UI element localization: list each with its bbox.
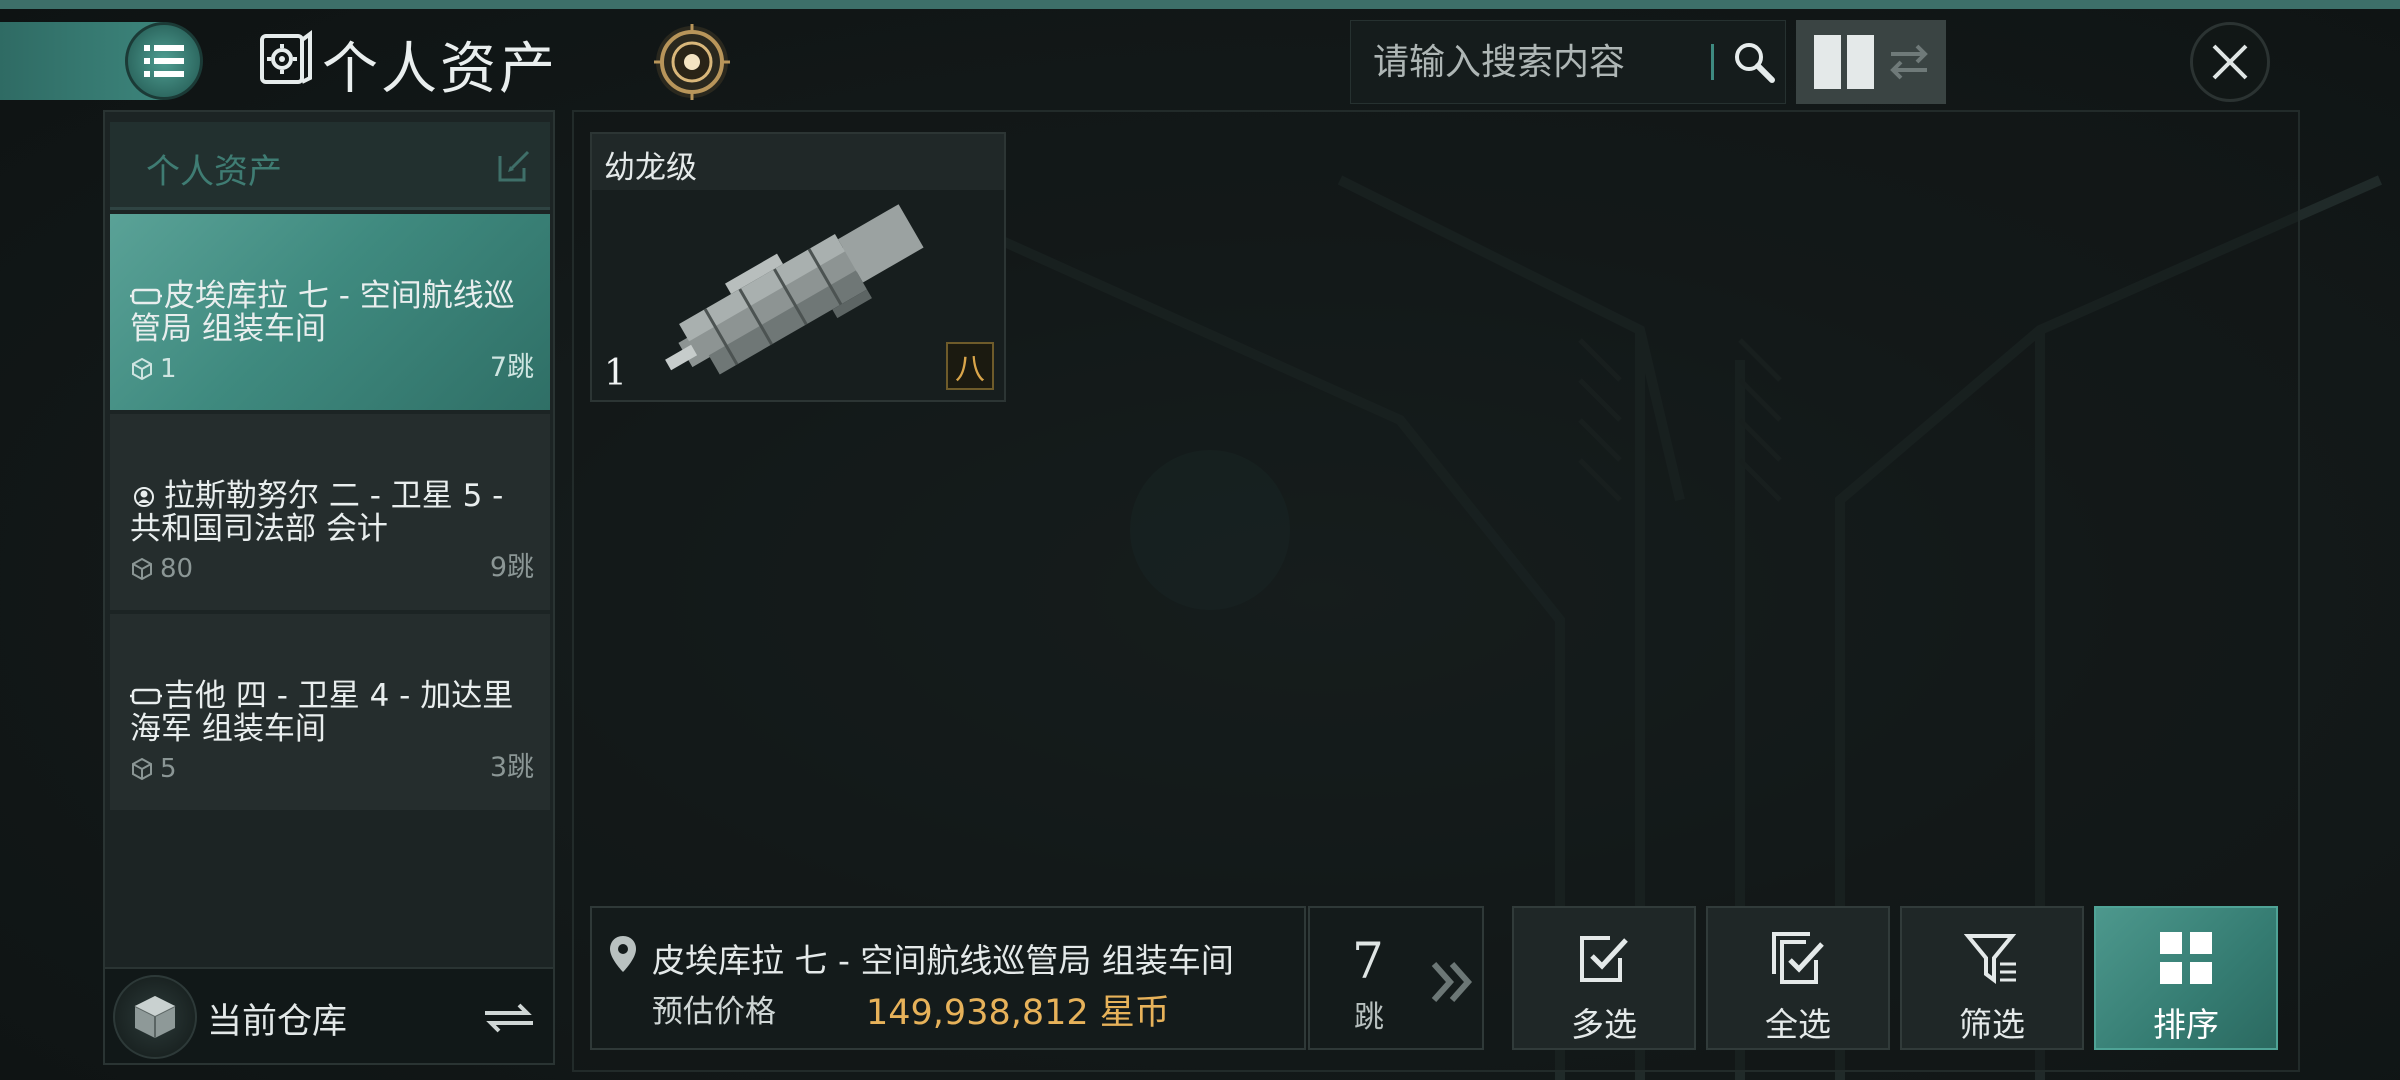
asset-card[interactable]: 幼龙级 1 八 xyxy=(590,132,1006,402)
location-name-text: 拉斯勒努尔 二 - 卫星 5 - 共和国司法部 会计 xyxy=(130,478,504,547)
select-all-button[interactable]: 全选 xyxy=(1706,906,1890,1050)
swap-view-icon[interactable] xyxy=(1887,40,1931,84)
page-title: 个人资产 xyxy=(322,37,558,102)
jump-route-button[interactable]: 7 跳 xyxy=(1308,906,1484,1050)
filter-label: 筛选 xyxy=(1959,1005,2025,1044)
location-name-text: 皮埃库拉 七 - 空间航线巡管局 组装车间 xyxy=(130,278,515,347)
warehouse-box-icon xyxy=(134,996,176,1038)
top-accent-line xyxy=(0,0,2400,9)
current-warehouse-label: 当前仓库 xyxy=(207,1002,348,1042)
location-name-text: 吉他 四 - 卫星 4 - 加达里海军 组装车间 xyxy=(130,678,514,747)
select-all-icon xyxy=(1772,932,1824,984)
multi-select-button[interactable]: 多选 xyxy=(1512,906,1696,1050)
checkbox-icon xyxy=(1580,936,1628,982)
location-item[interactable]: 皮埃库拉 七 - 空间航线巡管局 组装车间 1 7跳 xyxy=(110,214,550,410)
menu-button[interactable] xyxy=(125,22,203,100)
count-value: 5 xyxy=(160,754,177,784)
assets-cabinet-icon xyxy=(260,30,312,84)
location-name: 吉他 四 - 卫星 4 - 加达里海军 组装车间 xyxy=(130,680,540,746)
jump-count: 7 xyxy=(1352,932,1384,990)
location-pin-icon xyxy=(610,936,636,972)
cube-icon xyxy=(132,557,152,581)
beacon-icon[interactable] xyxy=(652,22,732,102)
location-item[interactable]: 拉斯勒努尔 二 - 卫星 5 - 共和国司法部 会计 80 9跳 xyxy=(110,414,550,610)
filter-button[interactable]: 筛选 xyxy=(1900,906,2084,1050)
sort-label: 排序 xyxy=(2153,1005,2219,1044)
grid-view-icon[interactable] xyxy=(1812,33,1876,91)
search-input[interactable] xyxy=(1373,41,1703,83)
estimated-price-label: 预估价格 xyxy=(652,994,776,1030)
ship-render-icon xyxy=(665,204,924,375)
count-value: 80 xyxy=(160,554,194,584)
agent-icon xyxy=(134,487,154,507)
location-info-box: 皮埃库拉 七 - 空间航线巡管局 组装车间 预估价格 149,938,812 星… xyxy=(590,906,1306,1050)
switch-warehouse-icon[interactable] xyxy=(481,997,537,1037)
location-sidebar: 个人资产 皮埃库拉 七 - 空间航线巡管局 组装车间 1 7跳 拉斯勒努尔 二 … xyxy=(103,110,555,1065)
jump-label: 跳 xyxy=(1354,1000,1384,1035)
estimated-price-value: 149,938,812 星币 xyxy=(866,993,1170,1033)
current-warehouse-bar[interactable]: 当前仓库 xyxy=(105,967,553,1063)
sort-grid-icon xyxy=(2160,932,2212,984)
tech-tier-badge: 八 xyxy=(946,342,994,390)
count-value: 1 xyxy=(160,354,177,384)
location-name: 皮埃库拉 七 - 空间航线巡管局 组装车间 xyxy=(130,280,540,346)
edit-icon[interactable] xyxy=(496,148,532,184)
close-icon xyxy=(2212,44,2248,80)
ship-image: 1 八 xyxy=(592,190,1004,400)
filter-icon xyxy=(1964,934,2017,984)
location-jumps: 7跳 xyxy=(489,352,534,383)
current-location-name: 皮埃库拉 七 - 空间航线巡管局 组装车间 xyxy=(652,941,1234,980)
location-item-count: 5 xyxy=(130,754,177,784)
warehouse-icon-badge xyxy=(113,975,197,1059)
asset-quantity: 1 xyxy=(604,353,627,394)
sidebar-header-label: 个人资产 xyxy=(146,152,282,192)
cube-icon xyxy=(132,757,152,781)
location-jumps: 3跳 xyxy=(489,752,534,783)
location-name: 拉斯勒努尔 二 - 卫星 5 - 共和国司法部 会计 xyxy=(130,480,540,546)
close-button[interactable] xyxy=(2190,22,2270,102)
location-item-count: 80 xyxy=(130,554,193,584)
structure-icon xyxy=(130,688,162,705)
search-divider xyxy=(1711,44,1714,80)
search-box xyxy=(1350,20,1786,104)
structure-icon xyxy=(130,288,162,305)
hamburger-icon xyxy=(144,45,184,77)
search-icon xyxy=(1735,43,1775,83)
multi-select-label: 多选 xyxy=(1571,1005,1637,1044)
search-button[interactable] xyxy=(1724,32,1784,92)
sidebar-header: 个人资产 xyxy=(110,122,550,210)
location-item[interactable]: 吉他 四 - 卫星 4 - 加达里海军 组装车间 5 3跳 xyxy=(110,614,550,810)
cube-icon xyxy=(132,357,152,381)
select-all-label: 全选 xyxy=(1765,1005,1831,1044)
location-item-count: 1 xyxy=(130,354,177,384)
view-toggle[interactable] xyxy=(1796,20,1946,104)
sort-button[interactable]: 排序 xyxy=(2094,906,2278,1050)
asset-name: 幼龙级 xyxy=(604,150,697,186)
location-jumps: 9跳 xyxy=(489,552,534,583)
double-chevron-right-icon xyxy=(1431,962,1473,1002)
